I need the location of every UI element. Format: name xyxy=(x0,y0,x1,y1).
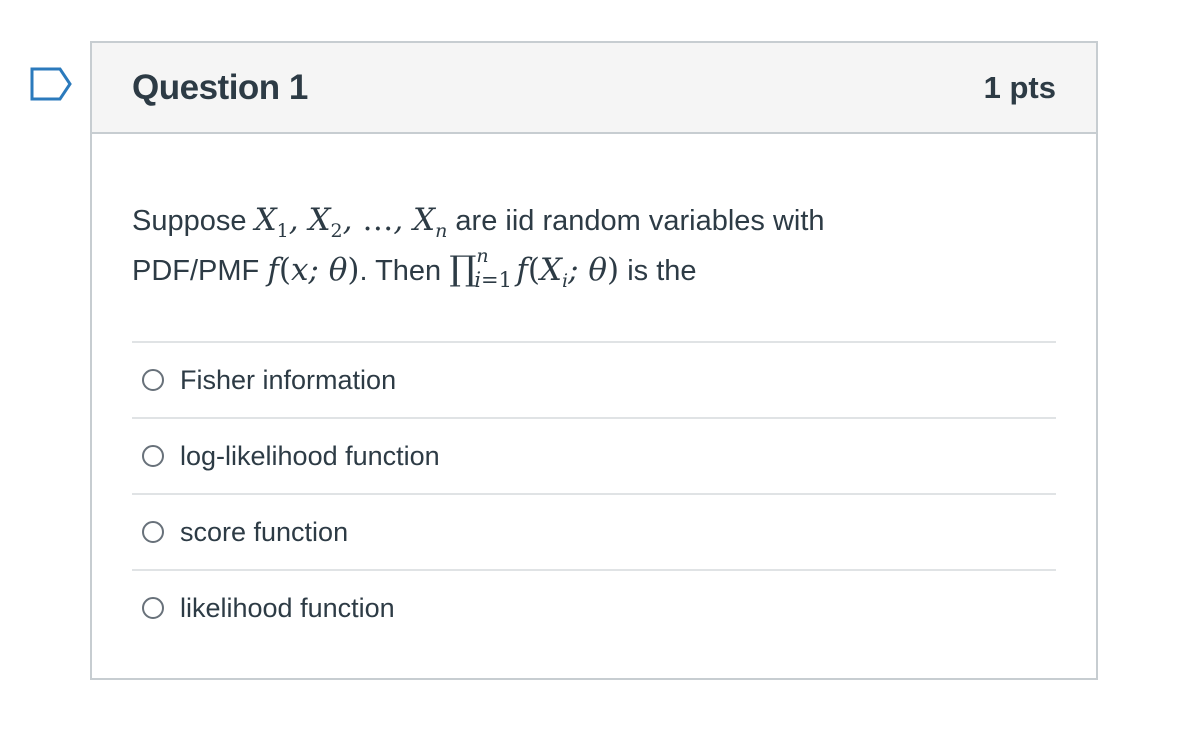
question-title: Question 1 xyxy=(132,67,308,107)
flag-question-icon[interactable] xyxy=(30,67,74,101)
answer-option[interactable]: likelihood function xyxy=(132,571,1056,645)
answer-option[interactable]: Fisher information xyxy=(132,343,1056,419)
question-points: 1 pts xyxy=(983,69,1056,105)
question-text-prefix: Suppose xyxy=(132,205,247,237)
answer-option[interactable]: log-likelihood function xyxy=(132,419,1056,495)
math-density: f(x; θ) xyxy=(267,252,360,288)
answer-label: Fisher information xyxy=(180,364,397,395)
question-text-middle: are iid random variables with xyxy=(455,205,825,237)
question-text-line2-prefix: PDF/PMF xyxy=(132,255,260,287)
radio-button[interactable] xyxy=(142,369,164,391)
answer-label: score function xyxy=(180,516,349,547)
question-header: Question 1 1 pts xyxy=(92,43,1096,134)
radio-button[interactable] xyxy=(142,445,164,467)
answer-list: Fisher information log-likelihood functi… xyxy=(132,341,1056,645)
question-text-then: . Then xyxy=(359,255,442,287)
question-text-suffix: is the xyxy=(627,255,697,287)
question-card: Question 1 1 pts Suppose X1, X2, …, Xn a… xyxy=(90,41,1098,680)
answer-label: log-likelihood function xyxy=(180,440,440,471)
radio-button[interactable] xyxy=(142,597,164,619)
radio-button[interactable] xyxy=(142,521,164,543)
answer-option[interactable]: score function xyxy=(132,495,1056,571)
question-text: Suppose X1, X2, …, Xn are iid random var… xyxy=(132,196,972,295)
math-sample: X1, X2, …, Xn xyxy=(254,202,448,243)
answer-label: likelihood function xyxy=(180,592,395,623)
math-product: ∏ n i=1 f(Xi; θ) xyxy=(449,244,620,293)
question-body: Suppose X1, X2, …, Xn are iid random var… xyxy=(92,196,1096,645)
